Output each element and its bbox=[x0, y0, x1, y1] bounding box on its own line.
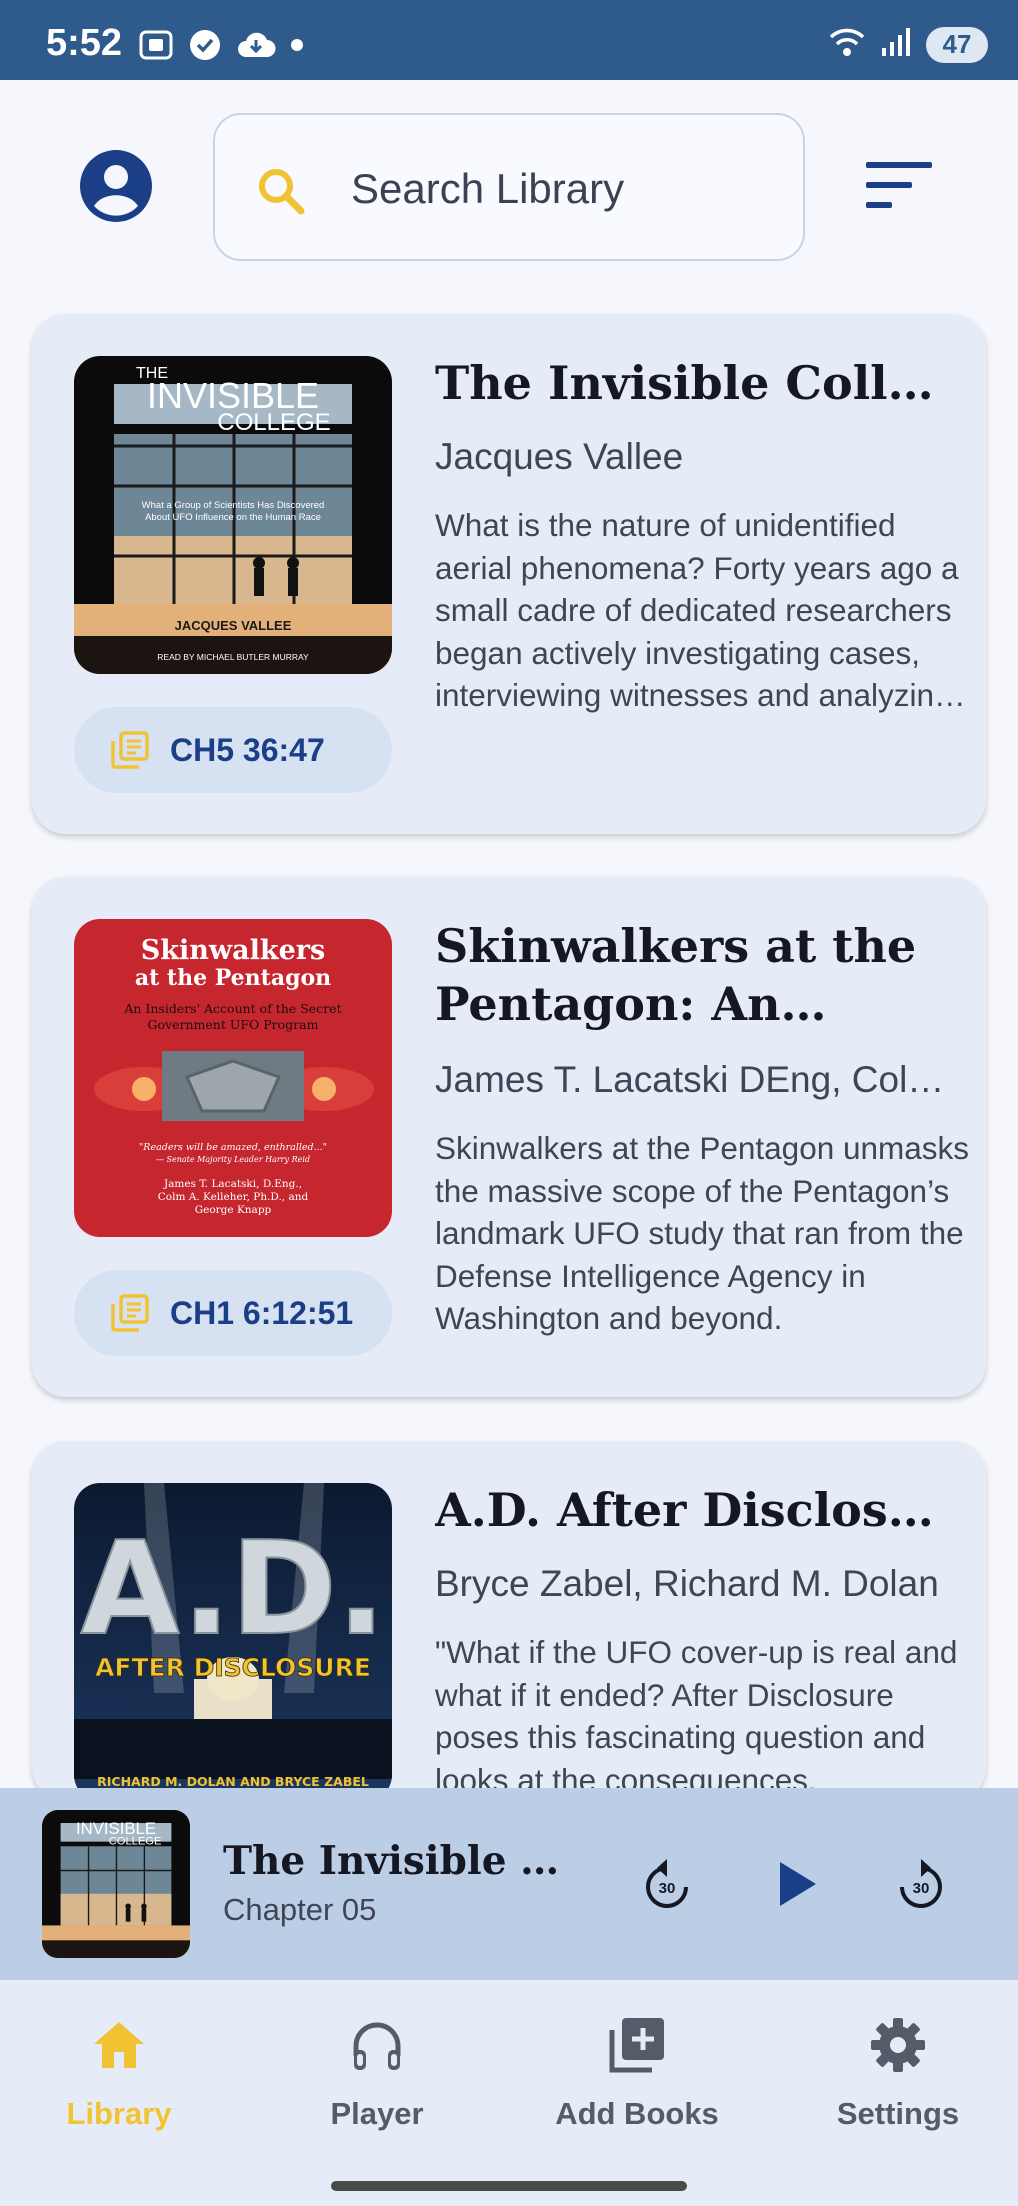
sort-icon[interactable] bbox=[866, 162, 932, 208]
forward-label: 30 bbox=[913, 1880, 930, 1897]
book-card[interactable]: Skinwalkers at the Pentagon An Insiders'… bbox=[32, 877, 986, 1397]
rewind-label: 30 bbox=[659, 1880, 676, 1897]
book-card[interactable]: A.D. AFTER DISCLOSURE RICHARD M. DOLAN A… bbox=[32, 1441, 986, 1801]
cover-subtitle2: About UFO Influence on the Human Race bbox=[145, 512, 321, 523]
status-time: 5:52 bbox=[46, 22, 123, 64]
cloud-download-icon bbox=[236, 29, 276, 66]
cover-line2: at the Pentagon bbox=[135, 965, 331, 991]
book-cover[interactable]: A.D. AFTER DISCLOSURE RICHARD M. DOLAN A… bbox=[74, 1483, 392, 1801]
book-cover[interactable]: THE INVISIBLE COLLEGE What a Group of Sc… bbox=[74, 356, 392, 674]
home-icon bbox=[4, 2010, 234, 2080]
cover-authors1: James T. Lacatski, D.Eng., bbox=[163, 1178, 302, 1190]
cover-subtitle2: Government UFO Program bbox=[148, 1017, 319, 1032]
mini-cover-line3: COLLEGE bbox=[109, 1835, 162, 1847]
mini-player-title: The Invisible College bbox=[223, 1838, 583, 1884]
cover-line3: COLLEGE bbox=[217, 409, 330, 436]
nav-settings[interactable]: Settings bbox=[783, 2010, 1013, 2132]
search-bar[interactable] bbox=[213, 113, 805, 261]
nav-label: Player bbox=[330, 2096, 424, 2131]
book-title: A.D. After Disclosure bbox=[435, 1483, 955, 1537]
check-circle-icon bbox=[188, 28, 222, 67]
chapters-icon bbox=[110, 1293, 150, 1333]
chapters-icon bbox=[110, 730, 150, 770]
progress-text: CH5 36:47 bbox=[170, 731, 325, 768]
book-description: What is the nature of unidentified aeria… bbox=[435, 507, 959, 713]
cover-authors3: George Knapp bbox=[195, 1204, 272, 1216]
bottom-navigation: Library Player Add Books Settings bbox=[0, 1980, 1018, 2206]
cover-author: JACQUES VALLEE bbox=[175, 618, 292, 633]
headphones-icon bbox=[262, 2010, 492, 2080]
progress-chip[interactable]: CH5 36:47 bbox=[74, 707, 392, 793]
cover-reader: READ BY MICHAEL BUTLER MURRAY bbox=[157, 652, 309, 662]
cover-quote-by: — Senate Majority Leader Harry Reid bbox=[156, 1155, 310, 1164]
nav-library[interactable]: Library bbox=[4, 2010, 234, 2132]
cover-big: A.D. bbox=[81, 1515, 386, 1664]
wifi-icon bbox=[828, 26, 866, 63]
book-title: The Invisible College bbox=[435, 356, 955, 410]
home-indicator[interactable] bbox=[331, 2181, 687, 2191]
book-card[interactable]: THE INVISIBLE COLLEGE What a Group of Sc… bbox=[32, 314, 986, 834]
cover-authors: RICHARD M. DOLAN AND BRYCE ZABEL bbox=[97, 1774, 369, 1789]
play-icon bbox=[780, 1862, 816, 1906]
book-cover[interactable]: Skinwalkers at the Pentagon An Insiders'… bbox=[74, 919, 392, 1237]
search-input[interactable] bbox=[351, 161, 771, 217]
cover-line: AFTER DISCLOSURE bbox=[95, 1653, 371, 1682]
dot-icon bbox=[290, 38, 304, 57]
cover-subtitle1: What a Group of Scientists Has Discovere… bbox=[142, 500, 325, 511]
book-title: Skinwalkers at the Pentagon: An Insiders… bbox=[435, 919, 917, 1031]
mini-player-cover[interactable]: INVISIBLE COLLEGE bbox=[42, 1810, 190, 1958]
replay-30-icon: 30 bbox=[646, 1859, 688, 1908]
nav-player[interactable]: Player bbox=[262, 2010, 492, 2132]
cover-subtitle1: An Insiders' Account of the Secret bbox=[123, 1001, 341, 1016]
status-bar: 5:52 47 bbox=[0, 0, 1018, 80]
progress-chip[interactable]: CH1 6:12:51 bbox=[74, 1270, 392, 1356]
book-author: Jacques Vallee bbox=[435, 436, 684, 477]
rewind-30-button[interactable]: 30 bbox=[633, 1850, 701, 1918]
gear-icon bbox=[783, 2010, 1013, 2080]
screenshot-icon bbox=[138, 29, 174, 66]
forward-30-icon: 30 bbox=[900, 1859, 942, 1908]
progress-text: CH1 6:12:51 bbox=[170, 1294, 354, 1331]
search-icon bbox=[255, 165, 307, 217]
signal-icon bbox=[880, 26, 912, 63]
book-description: "What if the UFO cover-up is real and wh… bbox=[435, 1634, 958, 1798]
nav-label: Settings bbox=[836, 2096, 960, 2131]
library-header bbox=[0, 80, 1018, 290]
book-author: James T. Lacatski DEng, Colm A. Kelleher… bbox=[435, 1059, 975, 1100]
book-description: Skinwalkers at the Pentagon unmasks the … bbox=[435, 1130, 970, 1336]
battery-indicator: 47 bbox=[926, 26, 988, 63]
cover-authors2: Colm A. Kelleher, Ph.D., and bbox=[158, 1191, 309, 1203]
cover-quote: "Readers will be amazed, enthralled..." bbox=[139, 1142, 327, 1153]
play-button[interactable] bbox=[764, 1850, 832, 1918]
book-author: Bryce Zabel, Richard M. Dolan bbox=[435, 1563, 939, 1604]
nav-label: Add Books bbox=[555, 2096, 719, 2131]
add-box-icon bbox=[522, 2010, 752, 2080]
nav-add-books[interactable]: Add Books bbox=[522, 2010, 752, 2132]
mini-player[interactable]: INVISIBLE COLLEGE The Invisible College … bbox=[0, 1788, 1018, 1980]
forward-30-button[interactable]: 30 bbox=[887, 1850, 955, 1918]
nav-label: Library bbox=[66, 2096, 172, 2131]
mini-player-chapter: Chapter 05 bbox=[223, 1892, 377, 1927]
account-circle-icon[interactable] bbox=[80, 150, 152, 222]
cover-line1: Skinwalkers bbox=[141, 935, 325, 966]
